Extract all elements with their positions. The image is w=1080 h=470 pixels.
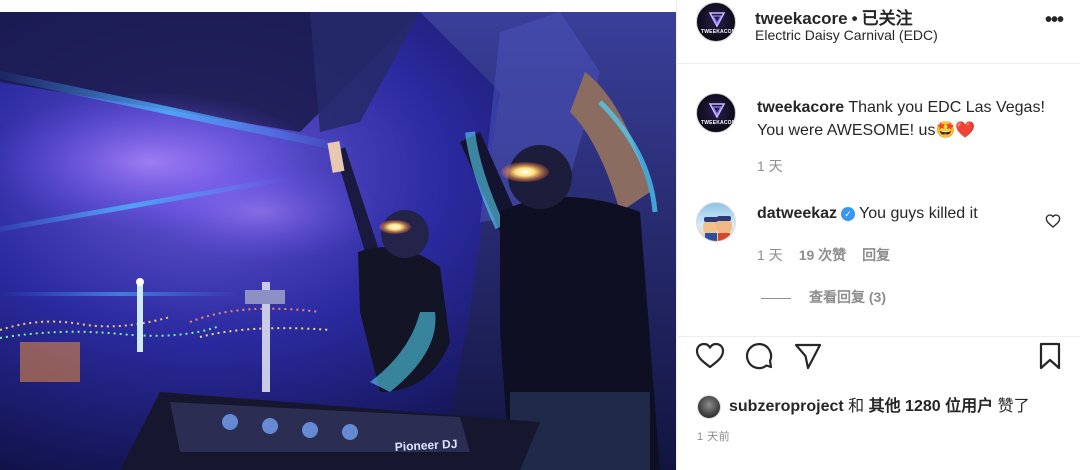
dj-stage-image: Pioneer DJ xyxy=(0,12,676,470)
view-replies-button[interactable]: 查看回复 (3) xyxy=(761,287,886,307)
view-replies-label: 查看回复 (3) xyxy=(809,289,886,305)
tweekacore-logo-icon xyxy=(708,103,726,119)
avatar[interactable] xyxy=(696,202,736,242)
action-bar xyxy=(677,336,1080,380)
comment-emojis: 🤩❤️ xyxy=(935,122,976,139)
liked-by-others[interactable]: 其他 1280 位用户 xyxy=(869,398,994,415)
comment: datweekaz ✓ You guys killed it xyxy=(757,205,978,223)
post-author: tweekacore • 已关注 xyxy=(755,4,913,29)
comment-username[interactable]: tweekacore xyxy=(757,99,844,116)
follow-status-button[interactable]: 已关注 xyxy=(862,9,913,28)
bookmark-icon[interactable] xyxy=(1035,341,1065,371)
comment-username[interactable]: datweekaz xyxy=(757,205,837,222)
liked-by-suffix: 赞了 xyxy=(997,398,1030,415)
liked-by-connector: 和 xyxy=(848,398,865,415)
post-photo[interactable]: Pioneer DJ xyxy=(0,12,676,470)
avatar[interactable]: TWEEKACORE xyxy=(696,93,736,133)
divider-line xyxy=(761,297,791,299)
share-icon[interactable] xyxy=(793,341,823,371)
more-horizontal-icon[interactable]: ••• xyxy=(1045,10,1064,30)
caption-text: tweekacore Thank you EDC Las Vegas! You … xyxy=(757,96,1057,142)
avatar-logo-text: TWEEKACORE xyxy=(701,120,736,126)
liked-by-user[interactable]: subzeroproject xyxy=(729,398,844,415)
comment-time: 1 天 xyxy=(757,247,783,263)
heart-icon[interactable] xyxy=(695,341,725,371)
comment-icon[interactable] xyxy=(744,341,774,371)
comment-likes[interactable]: 19 次赞 xyxy=(799,247,846,263)
liked-by-line: subzeroproject 和 其他 1280 位用户 赞了 xyxy=(697,392,1030,420)
comments-list: TWEEKACORE tweekacore Thank you EDC Las … xyxy=(677,65,1080,335)
author-username[interactable]: tweekacore xyxy=(755,9,848,28)
post-timestamp[interactable]: 1 天前 xyxy=(697,428,730,444)
cartoon-avatar-icon xyxy=(703,216,732,241)
comment-meta: 1 天 19 次赞 回复 xyxy=(757,245,890,265)
comment-time: 1 天 xyxy=(757,158,783,174)
reply-button[interactable]: 回复 xyxy=(862,247,890,263)
post-location[interactable]: Electric Daisy Carnival (EDC) xyxy=(755,27,938,43)
avatar-logo-text: TWEEKACORE xyxy=(701,29,736,35)
separator-dot: • xyxy=(851,9,858,28)
comment-like-heart-icon[interactable] xyxy=(1045,213,1061,229)
avatar[interactable] xyxy=(697,394,721,419)
tweekacore-logo-icon xyxy=(708,12,726,28)
post-sidebar: TWEEKACORE tweekacore • 已关注 Electric Daisy… xyxy=(676,0,1080,470)
post-header: TWEEKACORE tweekacore • 已关注 Electric Daisy… xyxy=(677,0,1080,64)
verified-badge-icon: ✓ xyxy=(841,207,856,221)
comment-body: You guys killed it xyxy=(859,205,978,222)
avatar[interactable]: TWEEKACORE xyxy=(696,2,736,42)
